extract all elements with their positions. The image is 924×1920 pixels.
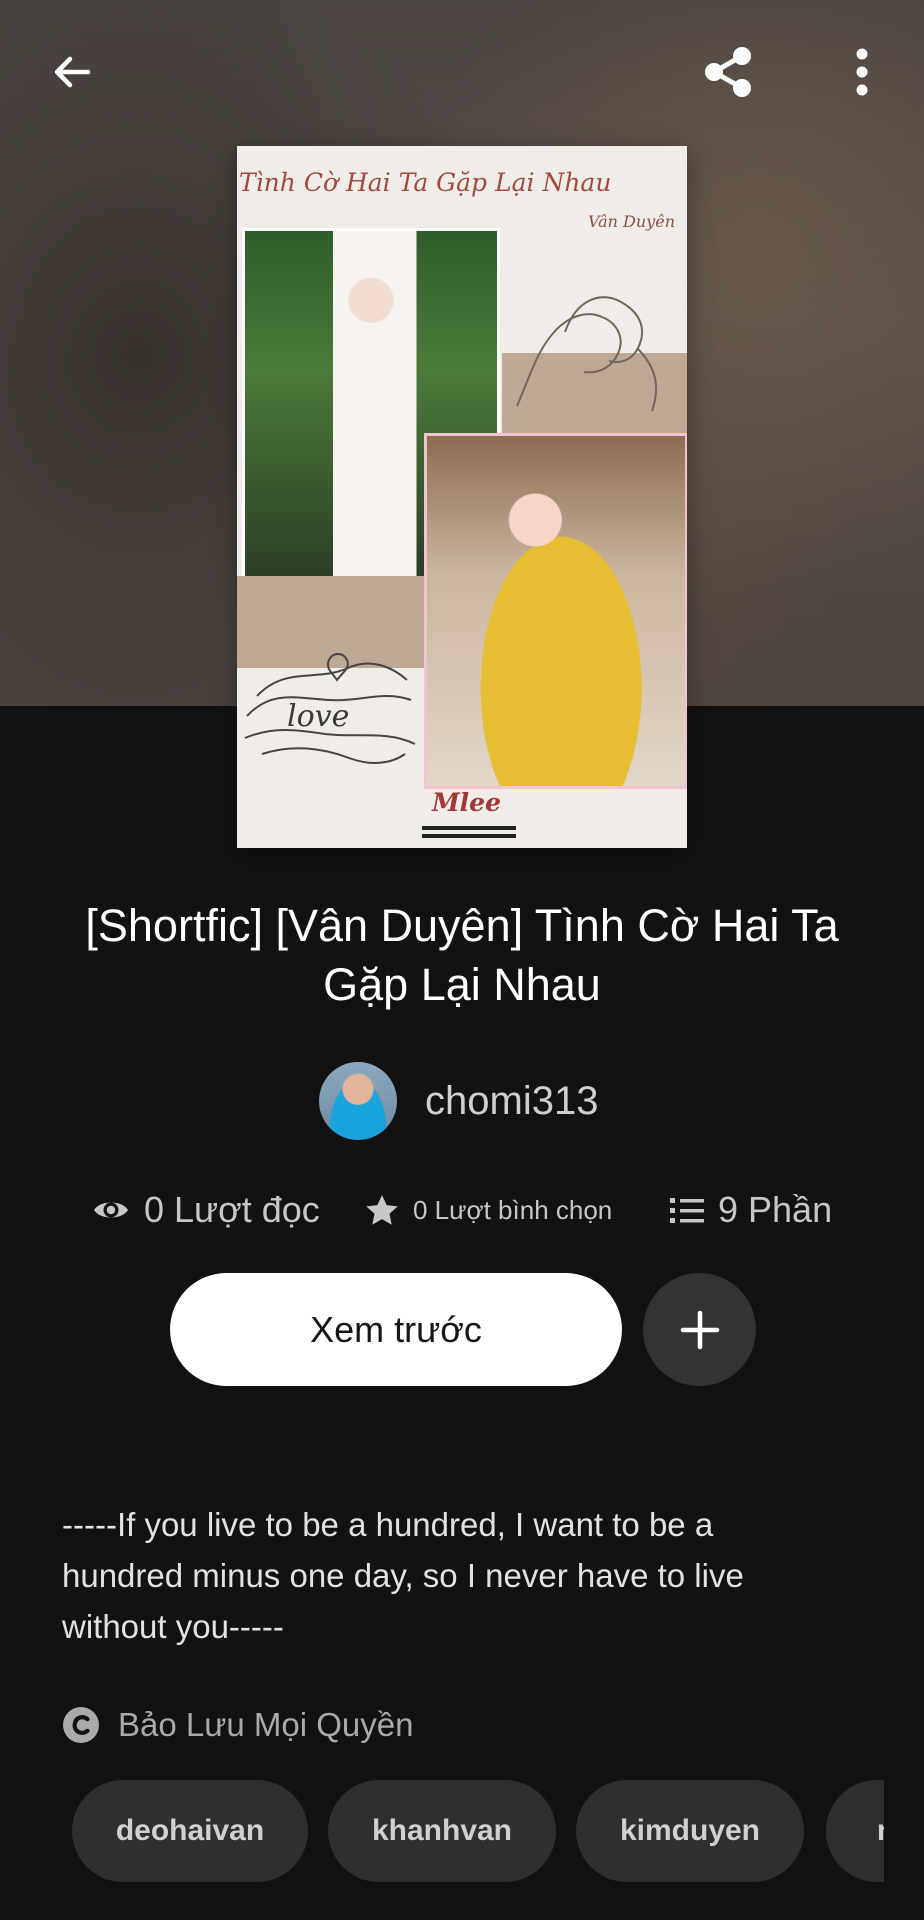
author-name[interactable]: chomi313 [425, 1079, 598, 1124]
add-to-library-button[interactable] [643, 1273, 756, 1386]
tag-partial[interactable]: n [826, 1780, 884, 1882]
copyright-icon [63, 1707, 99, 1743]
copyright-row: Bảo Lưu Mọi Quyền [62, 1700, 413, 1750]
tag-kimduyen[interactable]: kimduyen [576, 1780, 804, 1882]
reads-stat: 0 Lượt đọc [92, 1182, 320, 1238]
votes-label: 0 Lượt bình chọn [413, 1194, 613, 1225]
story-title: [Shortfic] [Vân Duyên] Tình Cờ Hai Ta Gặ… [85, 900, 839, 1010]
cover-title: Tình Cờ Hai Ta Gặp Lại Nhau [239, 168, 612, 197]
star-icon [366, 1195, 398, 1225]
share-button[interactable] [688, 32, 768, 112]
votes-stat: 0 Lượt bình chọn [365, 1182, 612, 1238]
story-stats: 0 Lượt đọc 0 Lượt bình chọn 9 Phần [0, 1182, 924, 1238]
eye-icon [94, 1202, 128, 1218]
parts-stat: 9 Phần [670, 1182, 832, 1238]
cover-love-text: love [287, 699, 349, 734]
love-doodle: love [244, 653, 416, 764]
cover-signature: Mlee [432, 788, 501, 817]
story-description: -----If you live to be a hundred, I want… [62, 1506, 744, 1645]
parts-label: 9 Phần [718, 1189, 833, 1230]
top-bar [0, 0, 924, 146]
tag-deohaivan[interactable]: deohaivan [72, 1780, 308, 1882]
plus-icon [680, 1310, 719, 1349]
more-options-button[interactable] [822, 32, 902, 112]
list-icon [670, 1198, 704, 1223]
back-arrow-icon [54, 56, 91, 88]
back-button[interactable] [32, 32, 112, 112]
cover-underline [422, 826, 516, 844]
cover-photo-right [424, 433, 687, 789]
share-icon [705, 47, 751, 97]
copyright-label: Bảo Lưu Mọi Quyền [118, 1706, 414, 1743]
more-vertical-icon [856, 48, 868, 96]
pinky-promise-sketch [516, 296, 658, 412]
cover-subtitle: Vân Duyên [588, 212, 675, 231]
author-avatar[interactable] [319, 1062, 397, 1140]
story-cover: Tình Cờ Hai Ta Gặp Lại Nhau Vân Duyên lo… [237, 146, 687, 848]
tag-list[interactable]: deohaivan khanhvan kimduyen n [72, 1780, 884, 1882]
tag-khanhvan[interactable]: khanhvan [328, 1780, 556, 1882]
preview-button[interactable]: Xem trước [170, 1273, 622, 1386]
author-row[interactable]: chomi313 [319, 1062, 598, 1140]
reads-label: 0 Lượt đọc [144, 1189, 320, 1230]
